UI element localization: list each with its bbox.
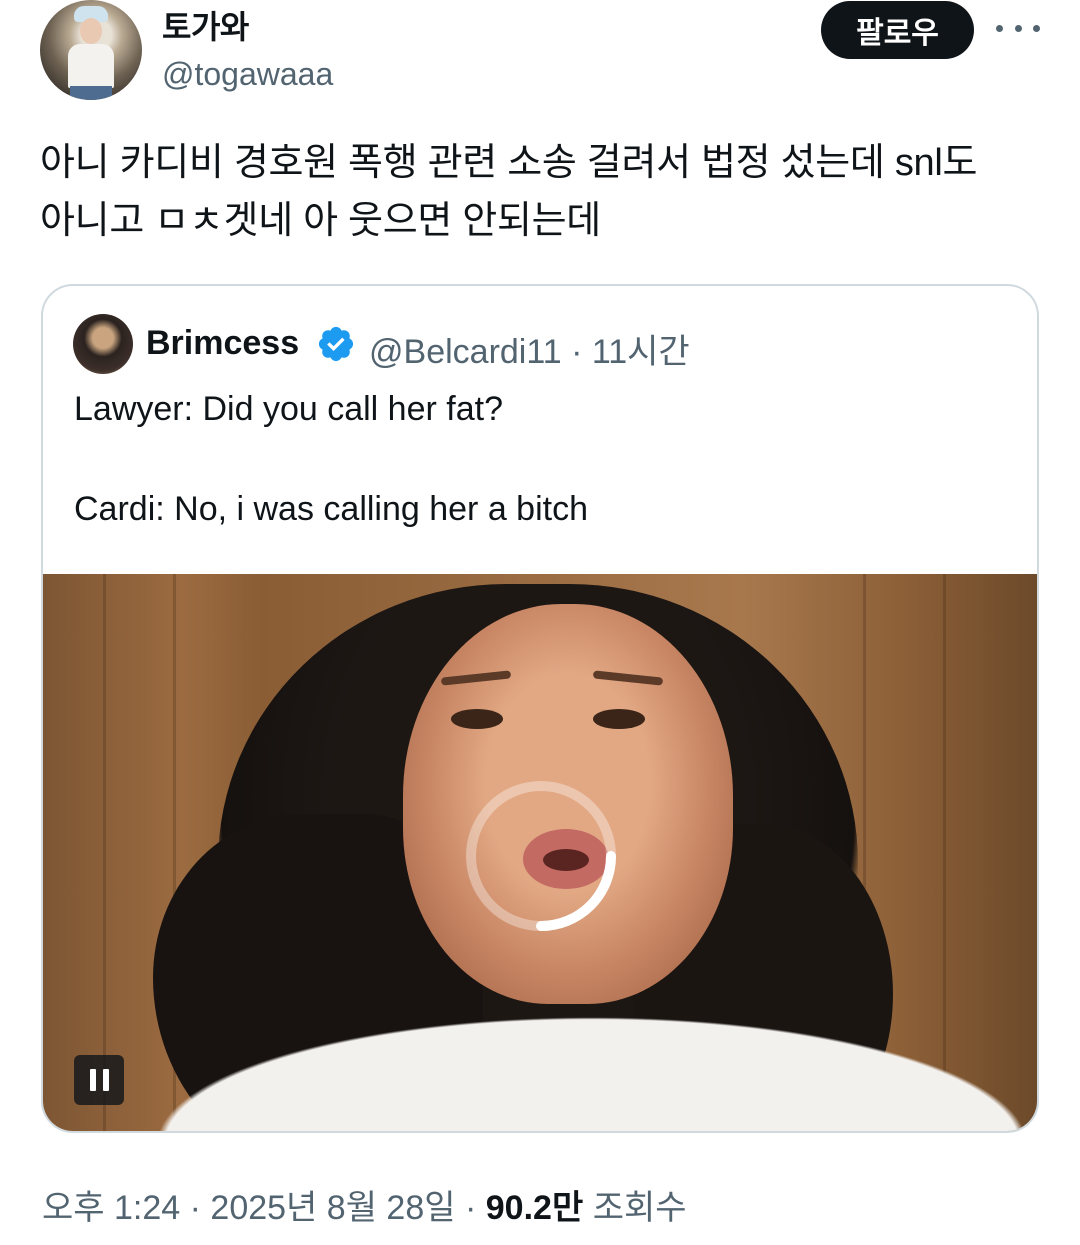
quote-author-avatar[interactable] [73, 314, 133, 374]
separator: · [189, 1189, 201, 1227]
tweet-text: 아니 카디비 경호원 폭행 관련 소송 걸려서 법정 섰는데 snl도 아니고 … [40, 134, 1040, 250]
verified-badge-icon [318, 326, 354, 362]
follow-button[interactable]: 팔로우 [821, 1, 974, 59]
separator: · [464, 1189, 477, 1227]
video-player[interactable] [43, 574, 1037, 1131]
loading-spinner-icon [466, 781, 616, 931]
tweet-footer: 오후 1:24 · 2025년 8월 28일 · 90.2만 조회수 [42, 1180, 687, 1229]
tweet-text-line: 아니고 ㅁㅊ겟네 아 웃으면 안되는데 [40, 200, 601, 242]
quote-author-name[interactable]: Brimcess [146, 324, 299, 363]
tweet-text-line: 아니 카디비 경호원 폭행 관련 소송 걸려서 법정 섰는데 snl도 [40, 142, 978, 184]
quote-text: Lawyer: Did you call her fat? Cardi: No,… [74, 390, 589, 528]
tweet: 토가와 @togawaaa 팔로우 아니 카디비 경호원 폭행 관련 소송 걸려… [0, 0, 1080, 1245]
quote-handle-time[interactable]: @Belcardi11 · 11시간 [369, 324, 690, 373]
tweet-time[interactable]: 오후 1:24 [42, 1189, 180, 1227]
views-label: 조회수 [592, 1189, 687, 1227]
quoted-tweet-card[interactable]: Brimcess @Belcardi11 · 11시간 Lawyer: Did … [41, 284, 1039, 1133]
pause-icon[interactable] [74, 1055, 124, 1105]
views-count: 90.2만 [485, 1189, 584, 1227]
author-avatar[interactable] [40, 0, 142, 100]
tweet-date[interactable]: 2025년 8월 28일 [210, 1189, 455, 1227]
more-options-icon[interactable] [996, 10, 1040, 46]
author-handle[interactable]: @togawaaa [162, 56, 333, 93]
author-display-name[interactable]: 토가와 [162, 2, 249, 48]
